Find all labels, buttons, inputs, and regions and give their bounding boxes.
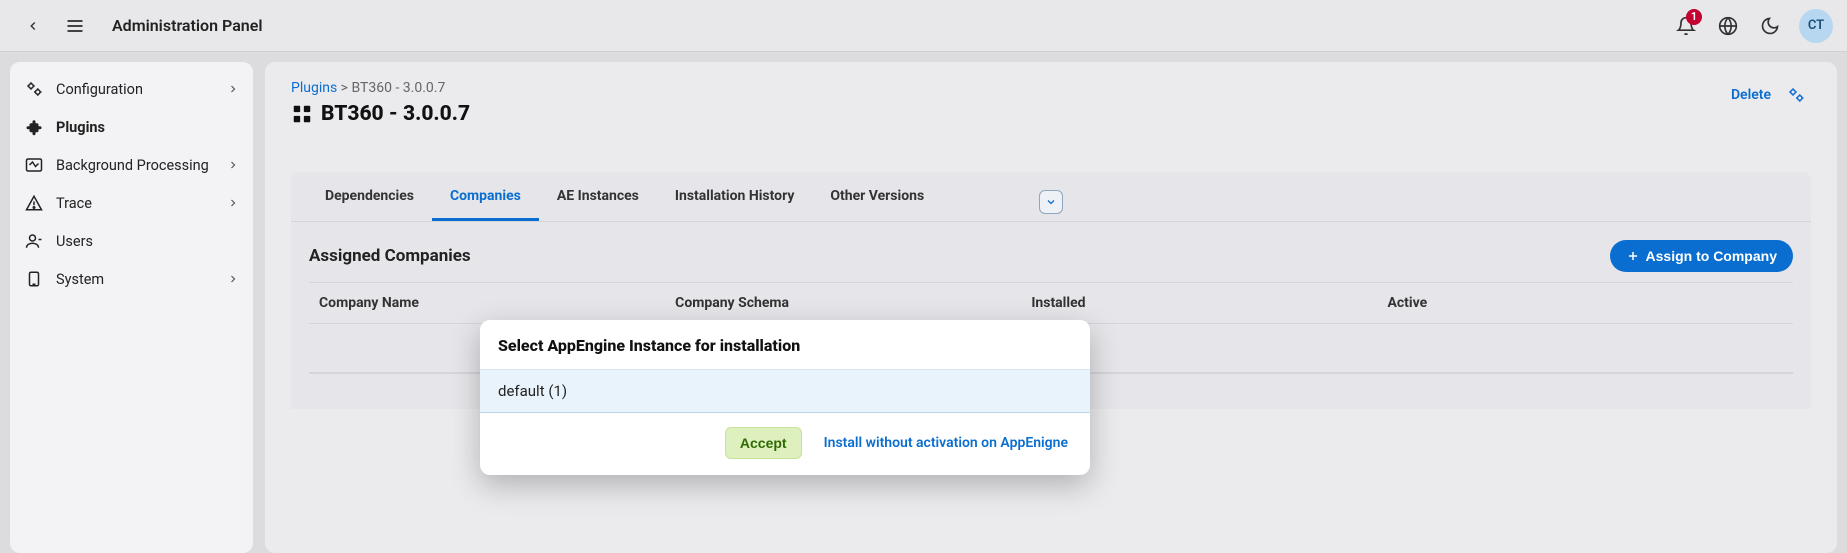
puzzle-icon xyxy=(24,118,44,136)
sidebar-item-label: Trace xyxy=(56,195,92,212)
sidebar-item-label: Users xyxy=(56,233,93,250)
warning-icon xyxy=(24,194,44,212)
col-company-name[interactable]: Company Name xyxy=(309,283,665,324)
assign-to-company-button[interactable]: Assign to Company xyxy=(1610,240,1793,272)
breadcrumb-separator: > xyxy=(337,80,351,96)
tab-companies[interactable]: Companies xyxy=(432,172,539,221)
chevron-right-icon xyxy=(227,83,239,95)
tab-dependencies[interactable]: Dependencies xyxy=(307,172,432,221)
app-header: Administration Panel 1 CT xyxy=(0,0,1847,52)
hamburger-icon xyxy=(65,16,85,36)
tab-ae-instances[interactable]: AE Instances xyxy=(539,172,657,221)
sidebar-item-label: Background Processing xyxy=(56,157,209,174)
chevron-down-icon xyxy=(1045,196,1057,208)
dialog-title: Select AppEngine Instance for installati… xyxy=(480,320,1090,369)
install-without-activation-link[interactable]: Install without activation on AppEnigne xyxy=(824,435,1068,451)
menu-toggle-button[interactable] xyxy=(56,7,94,45)
sidebar-item-trace[interactable]: Trace xyxy=(10,184,253,222)
sidebar-item-label: System xyxy=(56,271,104,288)
sidebar-item-configuration[interactable]: Configuration xyxy=(10,70,253,108)
collapse-header-toggle[interactable] xyxy=(1039,190,1063,214)
sidebar-item-plugins[interactable]: Plugins xyxy=(10,108,253,146)
table-header-row: Company Name Company Schema Installed Ac… xyxy=(309,283,1793,324)
sidebar-item-background-processing[interactable]: Background Processing xyxy=(10,146,253,184)
breadcrumb: Plugins > BT360 - 3.0.0.7 xyxy=(291,80,470,96)
sidebar-item-label: Configuration xyxy=(56,81,143,98)
section-title: Assigned Companies xyxy=(309,246,471,266)
user-avatar[interactable]: CT xyxy=(1799,9,1833,43)
gears-icon xyxy=(1787,86,1805,104)
chevron-right-icon xyxy=(227,159,239,171)
sidebar-item-system[interactable]: System xyxy=(10,260,253,298)
back-button[interactable] xyxy=(14,7,52,45)
activity-icon xyxy=(24,156,44,174)
assign-button-label: Assign to Company xyxy=(1646,248,1777,264)
sidebar: Configuration Plugins Background Process… xyxy=(10,62,253,553)
dialog-option-default[interactable]: default (1) xyxy=(480,369,1090,413)
page-settings-button[interactable] xyxy=(1781,80,1811,110)
chevron-right-icon xyxy=(227,197,239,209)
tab-installation-history[interactable]: Installation History xyxy=(657,172,812,221)
page-title: BT360 - 3.0.0.7 xyxy=(321,102,470,126)
col-company-schema[interactable]: Company Schema xyxy=(665,283,1021,324)
sidebar-item-label: Plugins xyxy=(56,119,105,136)
accept-button[interactable]: Accept xyxy=(725,427,802,459)
device-icon xyxy=(24,270,44,288)
col-active[interactable]: Active xyxy=(1377,283,1793,324)
theme-toggle-button[interactable] xyxy=(1751,7,1789,45)
gears-icon xyxy=(24,80,44,98)
app-title: Administration Panel xyxy=(112,16,263,35)
select-appengine-dialog: Select AppEngine Instance for installati… xyxy=(480,320,1090,475)
notifications-button[interactable]: 1 xyxy=(1667,7,1705,45)
chevron-left-icon xyxy=(26,19,40,33)
plugin-icon xyxy=(291,103,313,125)
col-installed[interactable]: Installed xyxy=(1021,283,1377,324)
moon-icon xyxy=(1760,16,1780,36)
plus-icon xyxy=(1626,249,1640,263)
chevron-right-icon xyxy=(227,273,239,285)
globe-icon xyxy=(1718,16,1738,36)
sidebar-item-users[interactable]: Users xyxy=(10,222,253,260)
user-icon xyxy=(24,232,44,250)
notification-badge: 1 xyxy=(1686,9,1702,25)
tab-other-versions[interactable]: Other Versions xyxy=(812,172,942,221)
delete-button[interactable]: Delete xyxy=(1731,87,1771,103)
breadcrumb-current: BT360 - 3.0.0.7 xyxy=(351,80,445,96)
language-button[interactable] xyxy=(1709,7,1747,45)
breadcrumb-root-link[interactable]: Plugins xyxy=(291,80,337,96)
main-content: Plugins > BT360 - 3.0.0.7 BT360 - 3.0.0.… xyxy=(265,62,1837,553)
